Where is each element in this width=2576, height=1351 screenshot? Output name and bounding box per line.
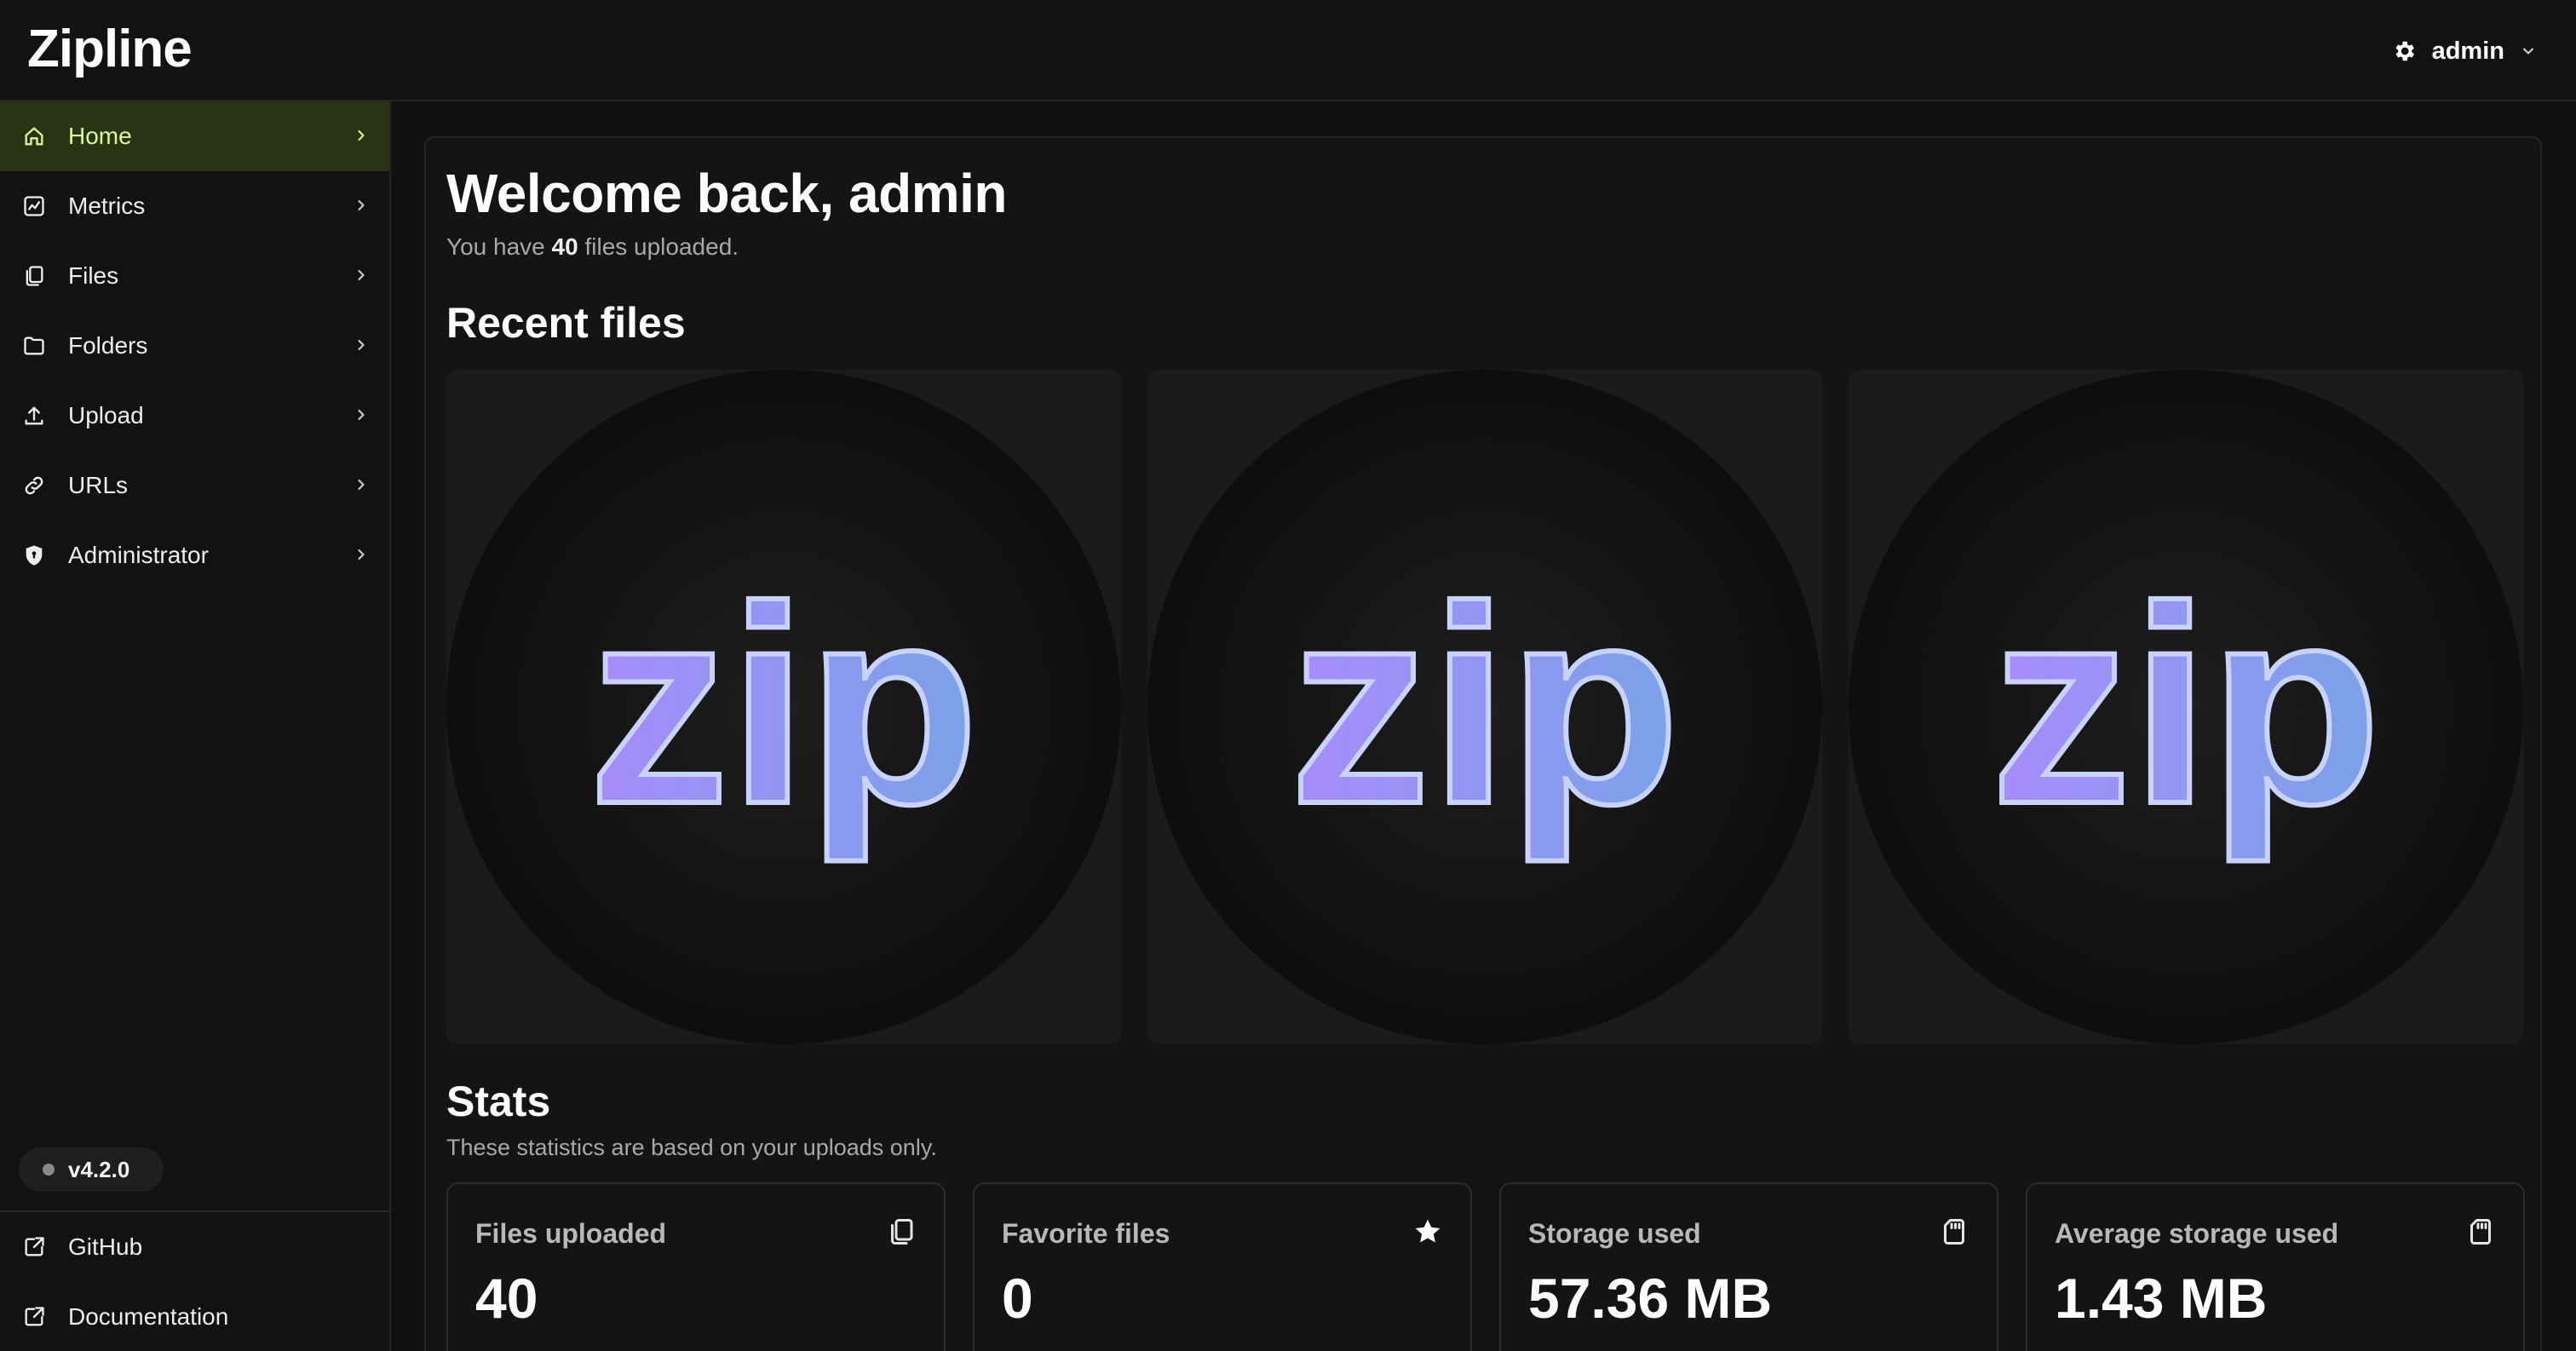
zip-thumbnail-text: zip xyxy=(589,548,979,864)
external-link-icon xyxy=(25,1307,44,1326)
header: Zipline admin xyxy=(0,0,2576,101)
stat-title: Favorite files xyxy=(1002,1218,1170,1249)
stat-card-favorite-files: Favorite files 0 xyxy=(973,1182,1472,1351)
chevron-right-icon xyxy=(358,549,365,561)
folder-icon xyxy=(24,336,44,355)
stat-title: Storage used xyxy=(1528,1218,1701,1249)
zip-file-thumbnail: zip xyxy=(1147,370,1822,1044)
sidebar-item-label: Administrator xyxy=(68,542,209,568)
home-icon xyxy=(25,127,43,146)
link-icon xyxy=(25,476,43,495)
sidebar-item-label: Home xyxy=(68,123,132,149)
metrics-icon xyxy=(24,196,44,216)
file-count: 40 xyxy=(551,233,578,260)
recent-files-heading: Recent files xyxy=(446,299,686,347)
files-icon xyxy=(26,266,43,286)
chevron-right-icon xyxy=(358,199,365,211)
sidebar-link-label: Documentation xyxy=(68,1303,229,1330)
summary-suffix: files uploaded. xyxy=(584,233,739,260)
zip-thumbnail-text: zip xyxy=(1991,548,2381,864)
stat-card-average-storage: Average storage used 1.43 MB xyxy=(2026,1182,2525,1351)
app-root: Zipline admin Home Metrics Files Folders… xyxy=(0,0,2576,1351)
sidebar-item-home[interactable]: Home xyxy=(0,101,389,171)
status-dot xyxy=(43,1164,55,1176)
summary-prefix: You have xyxy=(446,233,545,260)
sidebar-item-administrator[interactable]: Administrator xyxy=(0,520,389,590)
recent-file-card[interactable]: zip xyxy=(1147,370,1822,1044)
user-menu-button[interactable]: admin xyxy=(2391,31,2537,72)
sidebar-item-label: Folders xyxy=(68,332,148,359)
stat-title: Average storage used xyxy=(2055,1218,2339,1249)
chevron-right-icon xyxy=(358,479,365,491)
stat-value: 1.43 MB xyxy=(2055,1267,2268,1330)
sidebar-item-label: Files xyxy=(68,262,119,289)
chevron-down-icon xyxy=(2522,48,2534,55)
zip-file-thumbnail: zip xyxy=(446,370,1121,1044)
stat-card-files-uploaded: Files uploaded 40 xyxy=(446,1182,946,1351)
sidebar-item-label: URLs xyxy=(68,472,129,498)
external-link-icon xyxy=(25,1237,44,1256)
chevron-right-icon xyxy=(358,409,365,421)
stat-card-storage-used: Storage used 57.36 MB xyxy=(1499,1182,1998,1351)
page-title: Welcome back, admin xyxy=(446,163,1008,224)
recent-file-card[interactable]: zip xyxy=(1849,370,2523,1044)
stat-value: 40 xyxy=(475,1267,538,1330)
upload-icon xyxy=(25,406,43,425)
sidebar-item-urls[interactable]: URLs xyxy=(0,451,389,520)
chevron-right-icon xyxy=(358,269,365,281)
sidebar-link-documentation[interactable]: Documentation xyxy=(0,1282,389,1351)
recent-file-card[interactable]: zip xyxy=(446,370,1121,1044)
version-text: v4.2.0 xyxy=(68,1156,130,1182)
sd-card-icon xyxy=(2470,1219,2491,1245)
sd-card-icon xyxy=(1944,1219,1964,1245)
version-badge[interactable]: v4.2.0 xyxy=(19,1147,164,1192)
stat-title: Files uploaded xyxy=(475,1218,667,1249)
shield-icon xyxy=(26,545,43,566)
sidebar-item-files[interactable]: Files xyxy=(0,241,389,311)
sidebar-link-label: GitHub xyxy=(68,1233,143,1260)
sidebar-item-label: Upload xyxy=(68,402,144,428)
chevron-right-icon xyxy=(358,129,365,141)
sidebar-item-upload[interactable]: Upload xyxy=(0,381,389,451)
stat-value: 0 xyxy=(1002,1267,1033,1330)
sidebar-item-folders[interactable]: Folders xyxy=(0,311,389,381)
gear-icon xyxy=(2395,41,2414,61)
sidebar: Home Metrics Files Folders Upload URLs A… xyxy=(0,101,391,1351)
user-name: admin xyxy=(2431,37,2504,65)
brand-logo[interactable]: Zipline xyxy=(27,19,193,79)
stat-value: 57.36 MB xyxy=(1528,1267,1773,1330)
zip-thumbnail-text: zip xyxy=(1290,548,1680,864)
files-icon xyxy=(891,1219,913,1245)
stats-description: These statistics are based on your uploa… xyxy=(446,1135,937,1160)
sidebar-item-label: Metrics xyxy=(68,193,146,219)
main-panel: Welcome back, admin You have 40 files up… xyxy=(424,136,2542,1351)
sidebar-item-metrics[interactable]: Metrics xyxy=(0,171,389,241)
star-icon xyxy=(1415,1219,1440,1243)
stats-heading: Stats xyxy=(446,1078,551,1125)
zip-file-thumbnail: zip xyxy=(1849,370,2523,1044)
upload-summary: You have 40 files uploaded. xyxy=(446,233,739,261)
sidebar-link-github[interactable]: GitHub xyxy=(0,1212,389,1282)
chevron-right-icon xyxy=(358,339,365,351)
